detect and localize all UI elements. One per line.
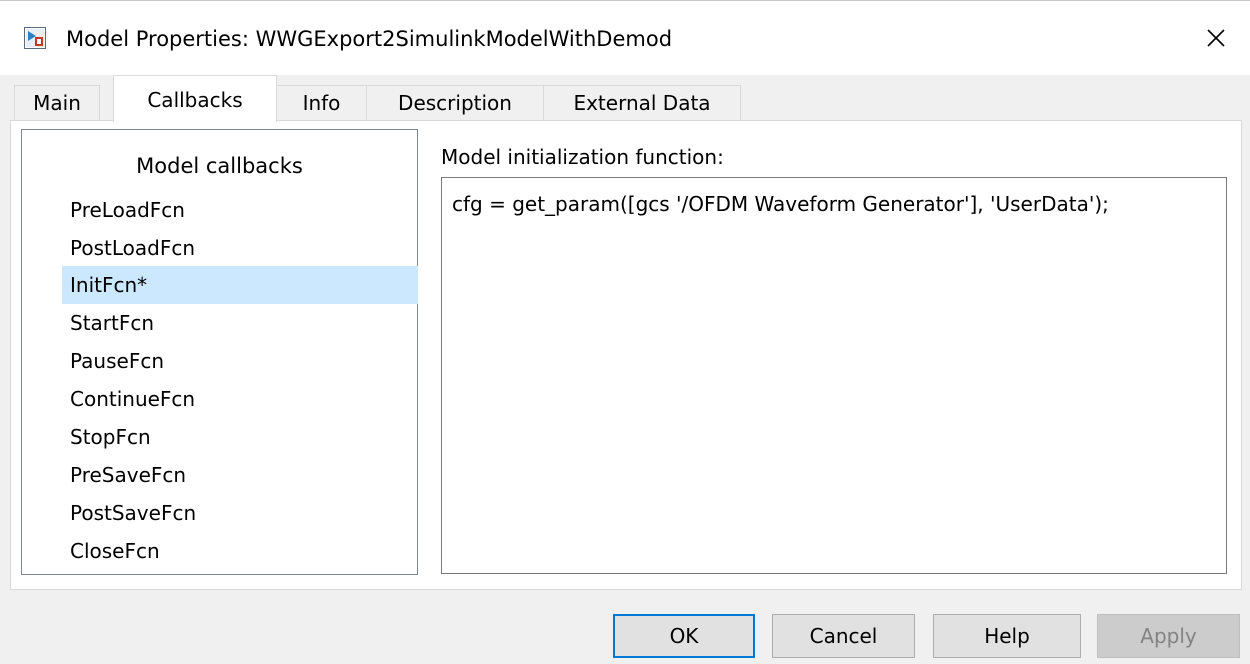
simulink-model-icon bbox=[24, 27, 46, 49]
window-title: Model Properties: WWGExport2SimulinkMode… bbox=[66, 27, 673, 51]
tab-callbacks[interactable]: Callbacks bbox=[113, 75, 277, 122]
ok-button[interactable]: OK bbox=[613, 614, 755, 658]
model-properties-dialog: Model Properties: WWGExport2SimulinkMode… bbox=[0, 0, 1250, 664]
tab-info[interactable]: Info bbox=[276, 85, 367, 121]
function-label: Model initialization function: bbox=[441, 145, 724, 169]
list-item-startfcn[interactable]: StartFcn bbox=[62, 304, 418, 342]
model-callbacks-list[interactable]: Model callbacks PreLoadFcn PostLoadFcn I… bbox=[21, 129, 418, 575]
title-bar: Model Properties: WWGExport2SimulinkMode… bbox=[0, 1, 1250, 75]
callbacks-panel: Model callbacks PreLoadFcn PostLoadFcn I… bbox=[10, 120, 1242, 590]
list-item-postloadfcn[interactable]: PostLoadFcn bbox=[62, 229, 418, 267]
close-button[interactable] bbox=[1192, 15, 1240, 61]
tab-bar: Main Callbacks Info Description External… bbox=[14, 75, 1244, 122]
cancel-button[interactable]: Cancel bbox=[772, 614, 915, 658]
list-item-stopfcn[interactable]: StopFcn bbox=[62, 418, 418, 456]
list-item-pausefcn[interactable]: PauseFcn bbox=[62, 342, 418, 380]
list-item-initfcn[interactable]: InitFcn* bbox=[62, 266, 418, 304]
tab-description[interactable]: Description bbox=[366, 85, 544, 121]
list-item-presavefcn[interactable]: PreSaveFcn bbox=[62, 456, 418, 494]
tab-main[interactable]: Main bbox=[14, 85, 100, 121]
list-item-closefcn[interactable]: CloseFcn bbox=[62, 532, 418, 570]
list-item-preloadfcn[interactable]: PreLoadFcn bbox=[62, 191, 418, 229]
list-item-continuefcn[interactable]: ContinueFcn bbox=[62, 380, 418, 418]
callback-code-editor[interactable]: cfg = get_param([gcs '/OFDM Waveform Gen… bbox=[441, 177, 1227, 574]
list-item-postsavefcn[interactable]: PostSaveFcn bbox=[62, 494, 418, 532]
apply-button[interactable]: Apply bbox=[1097, 614, 1240, 658]
help-button[interactable]: Help bbox=[933, 614, 1081, 658]
list-header: Model callbacks bbox=[136, 154, 303, 178]
tab-external-data[interactable]: External Data bbox=[543, 85, 741, 121]
close-icon bbox=[1207, 29, 1225, 47]
